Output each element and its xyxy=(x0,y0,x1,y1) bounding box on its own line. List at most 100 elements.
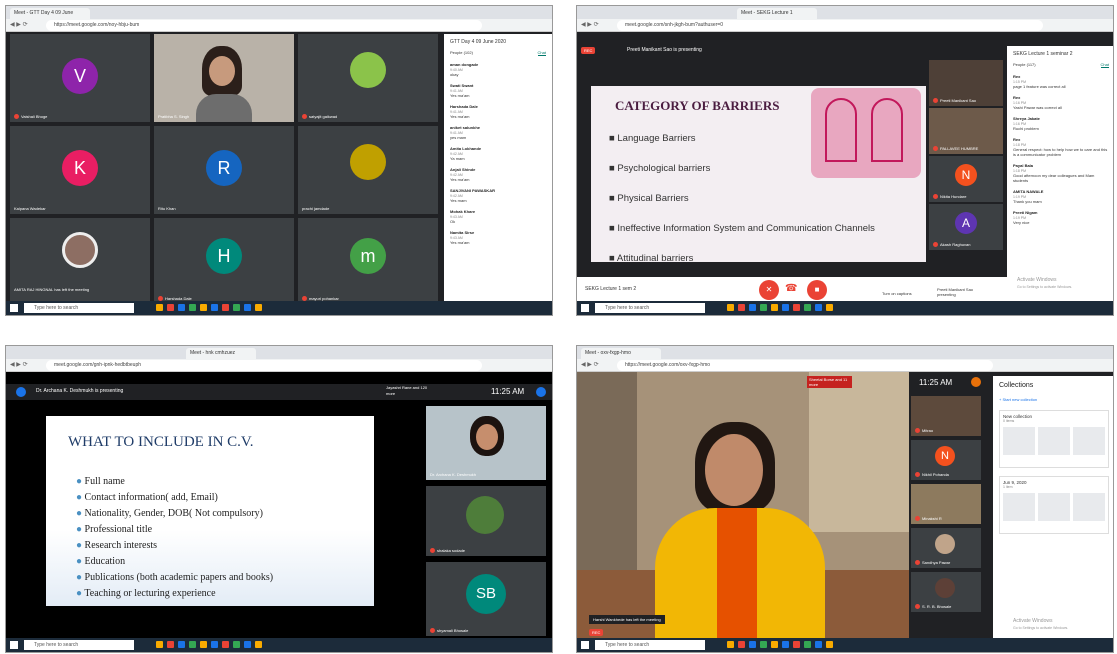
participant-tile[interactable]: S. R. B. Bhosale xyxy=(911,572,981,612)
participant-name: satyajit gaikwad xyxy=(309,113,338,119)
chat-tab[interactable]: Chat xyxy=(537,50,546,56)
participant-tile[interactable]: satyajit gaikwad xyxy=(298,34,438,122)
video-grid: V Vaishali Bhoge Pratibha S. Singh satya… xyxy=(10,34,440,304)
others-count: Jayashri Rane and 120 more xyxy=(386,385,428,396)
avatar: A xyxy=(955,212,977,234)
participant-tile[interactable]: m mayuri pohankar xyxy=(298,218,438,304)
participant-tile[interactable]: SB shyamali Bhosale xyxy=(426,562,546,636)
participant-name: Minakshi R xyxy=(922,515,942,521)
participant-tile[interactable]: V Vaishali Bhoge xyxy=(10,34,150,122)
collection-card[interactable]: Jun 9, 2020 1 item xyxy=(999,476,1109,534)
participant-tile[interactable]: R Ritu Khan xyxy=(154,126,294,214)
browser-tab[interactable]: Meet - SEKG Lecture 1 xyxy=(737,8,817,19)
left-meeting-toast: Harshi Wankhede has left the meeting xyxy=(589,615,665,624)
participant-name: mayuri pohankar xyxy=(309,295,339,301)
participant-name: prachi jamdade xyxy=(302,206,330,211)
chat-message: Payal Bala 1:18 PM Good afternoon my dear … xyxy=(1013,163,1095,183)
browser-chrome: Meet - SEKG Lecture 1 ◀ ▶ ⟳ meet.google.… xyxy=(577,6,1113,32)
meet-header: Sheetal Borse and 11 more 11:25 AM xyxy=(807,376,997,390)
account-avatar[interactable] xyxy=(536,387,546,397)
collections-title: Collections xyxy=(999,382,1034,389)
slide-list: ● Full name ● Contact information( add, … xyxy=(76,474,273,602)
collections-panel: Collections + Start new collection New c… xyxy=(993,376,1113,640)
participant-tile[interactable]: Pratibha S. Singh xyxy=(154,34,294,122)
participant-tile[interactable]: A Akash Raghuvan xyxy=(929,204,1003,250)
participant-name: Sandhya Pawar xyxy=(922,559,951,565)
back-icon[interactable]: ◀ ▶ ⟳ xyxy=(581,21,599,28)
taskbar-search-input[interactable]: Type here to search xyxy=(595,303,705,313)
collection-card[interactable]: New collection 0 items xyxy=(999,410,1109,468)
browser-chrome: Meet - GTT Day 4 09 June ◀ ▶ ⟳ https://m… xyxy=(6,6,552,32)
participant-tile[interactable]: N Nikita Hundare xyxy=(929,156,1003,202)
mic-off-button[interactable]: ✕ xyxy=(759,280,779,300)
browser-chrome: Meet - hnk cmhzuez ◀ ▶ ⟳ meet.google.com… xyxy=(6,346,552,372)
others-count: Sheetal Borse and 11 more xyxy=(807,376,852,388)
address-bar[interactable]: meet.google.com/snh-jkgh-bum?authuser=0 xyxy=(617,20,1043,31)
avatar xyxy=(935,534,955,554)
clock: 11:25 AM xyxy=(919,378,953,387)
participant-tile[interactable]: Minakshi R xyxy=(911,484,981,524)
address-bar[interactable]: https://meet.google.com/oxv-fxgp-hmo xyxy=(617,360,993,371)
taskbar-search-input[interactable]: Type here to search xyxy=(24,303,134,313)
participant-tile[interactable]: prachi jamdade xyxy=(298,126,438,214)
participant-tile[interactable]: H Harshada Dale xyxy=(154,218,294,304)
hang-up-button[interactable]: ☎ xyxy=(785,283,797,294)
people-tab[interactable]: People (117) xyxy=(1013,62,1036,68)
participant-tile[interactable]: K Kalpana Wadekar xyxy=(10,126,150,214)
presenter-bar: REC Preeti Manikant Sao is presenting xyxy=(577,44,997,58)
participant-name: Pratibha S. Singh xyxy=(158,114,190,119)
presenting-button[interactable]: Preeti Manikant Sao presenting xyxy=(937,287,987,297)
windows-start-icon[interactable] xyxy=(10,641,18,649)
participant-name: Vaishali Bhoge xyxy=(21,113,48,119)
camera-off-button[interactable]: ■ xyxy=(807,280,827,300)
activate-windows-watermark: Activate Windows Go to Settings to activa… xyxy=(1013,618,1069,630)
browser-tab[interactable]: Meet - GTT Day 4 09 June xyxy=(10,8,90,19)
chat-message: Amita Lokhande 9:42 AM Ya mam xyxy=(450,146,482,161)
participant-tile[interactable]: PALLAVEE HUMBRE xyxy=(929,108,1003,154)
avatar: R xyxy=(206,150,242,186)
slide-bullet: ● Teaching or lecturing experience xyxy=(76,588,216,599)
participant-tile[interactable]: N Nikhil Pohanda xyxy=(911,440,981,480)
taskbar-search-input[interactable]: Type here to search xyxy=(595,640,705,650)
browser-tab[interactable]: Meet - oxv-fxgp-hmo xyxy=(581,348,661,359)
left-meeting-notice: AMITA RAJ HINGNAL has left the meeting xyxy=(14,287,90,292)
slide-bullet: ● Publications (both academic papers and… xyxy=(76,572,274,583)
shared-slide: CATEGORY OF BARRIERS ■ Language Barriers… xyxy=(591,86,926,262)
browser-tab[interactable]: Meet - hnk cmhzuez xyxy=(186,348,256,359)
slide-illustration xyxy=(811,88,921,178)
address-bar[interactable]: https://meet.google.com/noy-hbju-bum xyxy=(46,20,482,31)
taskbar-search-input[interactable]: Type here to search xyxy=(24,640,134,650)
address-bar[interactable]: meet.google.com/gnh-ipnk-hedbtbeuph xyxy=(46,360,482,371)
chat-tab[interactable]: Chat xyxy=(1100,62,1109,68)
people-tab[interactable]: People (102) xyxy=(450,50,473,56)
participant-tile[interactable]: Preeti Manikant Sao xyxy=(929,60,1003,106)
participant-tile[interactable]: Dr. Archana K. Deshmukh xyxy=(426,406,546,480)
taskbar: Type here to search xyxy=(6,301,552,315)
panel-title: GTT Day 4 09 June 2020 xyxy=(450,39,507,45)
taskbar-apps xyxy=(156,641,262,649)
back-icon[interactable]: ◀ ▶ ⟳ xyxy=(10,21,28,28)
chat-message: aman dongade 9:40 AM okay xyxy=(450,62,479,77)
participant-tile[interactable]: shalaka sodade xyxy=(426,486,546,556)
taskbar-apps xyxy=(727,641,833,649)
account-avatar[interactable] xyxy=(971,377,981,387)
back-icon[interactable]: ◀ ▶ ⟳ xyxy=(581,361,599,368)
participant-tile[interactable]: Mitrao xyxy=(911,396,981,436)
captions-button[interactable]: Turn on captions xyxy=(882,291,912,296)
avatar xyxy=(935,578,955,598)
participant-tile[interactable]: AMITA RAJ HINGNAL has left the meeting xyxy=(10,218,150,304)
back-icon[interactable]: ◀ ▶ ⟳ xyxy=(10,361,28,368)
meeting-details[interactable]: SEKG Lecture 1 sem 2 xyxy=(585,286,636,292)
windows-start-icon[interactable] xyxy=(581,641,589,649)
windows-start-icon[interactable] xyxy=(10,304,18,312)
avatar: K xyxy=(62,150,98,186)
participant-tile[interactable]: Sandhya Pawar xyxy=(911,528,981,568)
avatar: N xyxy=(935,446,955,466)
taskbar: Type here to search xyxy=(577,638,1113,652)
windows-start-icon[interactable] xyxy=(581,304,589,312)
participant-name: Dr. Archana K. Deshmukh xyxy=(430,472,477,477)
participant-name: Nikita Hundare xyxy=(940,193,967,199)
new-collection-button[interactable]: + Start new collection xyxy=(993,395,1113,410)
chat-panel: SEKG Lecture 1 seminar 2 People (117) Ch… xyxy=(1007,46,1113,278)
screenshot-top-right: Meet - SEKG Lecture 1 ◀ ▶ ⟳ meet.google.… xyxy=(576,5,1114,316)
